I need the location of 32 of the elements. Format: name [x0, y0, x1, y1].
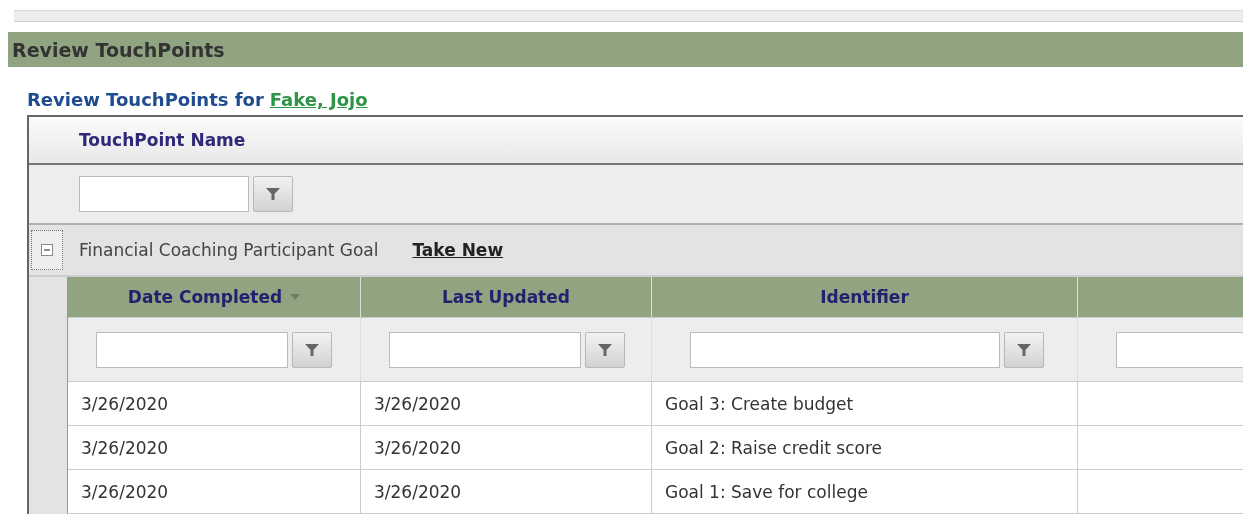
take-new-link[interactable]: Take New	[412, 240, 504, 260]
subtitle: Review TouchPoints for	[27, 88, 264, 110]
filter-field[interactable]	[690, 331, 1000, 368]
participant-link[interactable]: Fake, Jojo	[269, 88, 368, 110]
filter-icon	[1016, 341, 1032, 358]
column-header[interactable]: Date Completed	[127, 287, 283, 307]
filter-icon	[265, 186, 281, 202]
minus-icon	[41, 244, 53, 256]
filter-field[interactable]	[96, 331, 288, 368]
table-cell: Goal 3: Create budget	[665, 393, 854, 414]
filter-field[interactable]	[389, 331, 581, 368]
filter-button[interactable]	[585, 331, 625, 368]
filter-button[interactable]	[1004, 331, 1044, 368]
table-cell: Goal 2: Raise credit score	[665, 437, 883, 458]
table-cell: 3/26/2020	[374, 437, 462, 458]
table-cell: 3/26/2020	[374, 393, 462, 414]
table-cell: 3/26/2020	[81, 393, 169, 414]
table-cell: 3/26/2020	[81, 437, 169, 458]
column-header[interactable]: Last Updated	[442, 287, 570, 307]
column-header[interactable]: TouchPoint Name	[79, 130, 246, 150]
collapse-button[interactable]	[31, 230, 63, 270]
filter-button[interactable]	[253, 176, 293, 212]
filter-button[interactable]	[292, 331, 332, 368]
table-cell: Goal 1: Save for college	[665, 481, 868, 502]
column-header[interactable]: Identifier	[820, 287, 909, 307]
filter-icon	[304, 341, 320, 358]
table-cell: 3/26/2020	[374, 481, 462, 502]
panel-title: Review TouchPoints	[8, 31, 1243, 68]
filter-field[interactable]	[79, 176, 249, 212]
table-cell: 3/26/2020	[81, 481, 169, 502]
group-name: Financial Coaching Participant Goal	[79, 240, 379, 260]
filter-icon	[597, 341, 613, 358]
